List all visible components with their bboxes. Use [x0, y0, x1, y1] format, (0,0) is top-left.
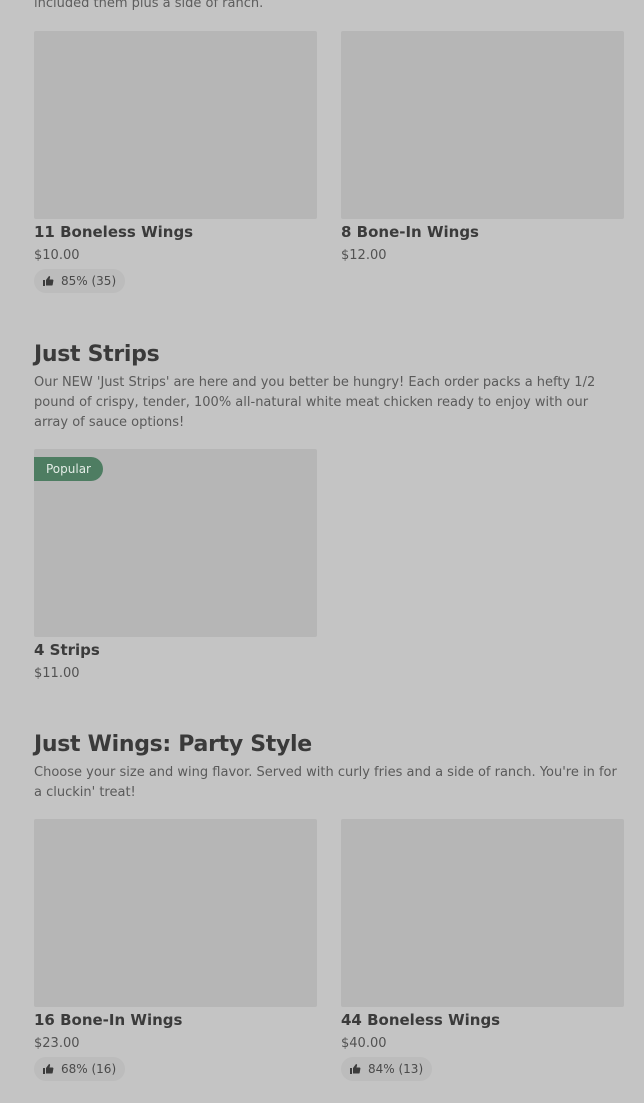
section-description: Our NEW 'Just Strips' are here and you b…: [34, 375, 596, 430]
menu-item-image: [34, 31, 317, 219]
menu-item-image: Popular: [34, 449, 317, 637]
thumbs-up-icon: [350, 1064, 361, 1074]
menu-item-price: $40.00: [341, 1036, 387, 1051]
rating-text: 84% (13): [368, 1062, 424, 1076]
popular-badge: Popular: [34, 457, 103, 481]
menu-item-price: $12.00: [341, 248, 387, 263]
menu-item-name: 11 Boneless Wings: [34, 223, 194, 241]
rating-badge: 84% (13): [341, 1057, 433, 1081]
section-title: Just Strips: [34, 342, 160, 367]
menu-item-card[interactable]: 11 Boneless Wings $10.00 85% (35): [34, 31, 317, 293]
menu-item-image: [341, 819, 624, 1007]
menu-item-card[interactable]: Popular 4 Strips $11.00: [34, 449, 317, 681]
menu-item-price: $10.00: [34, 248, 80, 263]
menu-item-name: 44 Boneless Wings: [341, 1011, 501, 1029]
menu-item-name: 16 Bone-In Wings: [34, 1011, 183, 1029]
menu-item-card[interactable]: 16 Bone-In Wings $23.00 68% (16): [34, 819, 317, 1081]
menu-item-price: $11.00: [34, 666, 80, 681]
section-description-truncated: included them plus a side of ranch.: [34, 0, 264, 11]
menu-item-card[interactable]: 44 Boneless Wings $40.00 84% (13): [341, 819, 624, 1081]
menu-item-name: 4 Strips: [34, 641, 100, 659]
menu-item-name: 8 Bone-In Wings: [341, 223, 479, 241]
section-title: Just Wings: Party Style: [34, 732, 312, 757]
menu-item-card[interactable]: 8 Bone-In Wings $12.00: [341, 31, 624, 263]
menu-item-price: $23.00: [34, 1036, 80, 1051]
section-description: Choose your size and wing flavor. Served…: [34, 765, 617, 800]
rating-text: 68% (16): [61, 1062, 117, 1076]
menu-item-image: [341, 31, 624, 219]
rating-badge: 85% (35): [34, 269, 126, 293]
thumbs-up-icon: [43, 276, 54, 286]
rating-text: 85% (35): [61, 274, 117, 288]
menu-item-image: [34, 819, 317, 1007]
thumbs-up-icon: [43, 1064, 54, 1074]
rating-badge: 68% (16): [34, 1057, 126, 1081]
